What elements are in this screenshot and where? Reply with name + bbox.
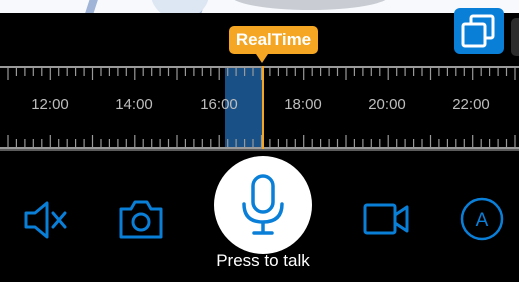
video-camera-icon bbox=[363, 203, 409, 235]
quality-letter: A bbox=[476, 210, 489, 231]
multi-window-button[interactable] bbox=[454, 8, 504, 54]
timeline-ruler[interactable]: 12:00 14:00 16:00 18:00 20:00 22:00 bbox=[0, 66, 519, 149]
multi-window-icon bbox=[461, 14, 495, 48]
microphone-icon bbox=[242, 174, 284, 235]
mute-button[interactable] bbox=[22, 198, 68, 242]
talk-label: Press to talk bbox=[216, 251, 310, 270]
tick-label: 14:00 bbox=[115, 96, 153, 113]
divider bbox=[0, 149, 519, 151]
live-view-screen: RealTime 12:00 14:00 16:00 18:00 20:00 2… bbox=[0, 0, 519, 282]
camera-icon bbox=[119, 200, 163, 239]
tick-label: 20:00 bbox=[368, 96, 406, 113]
tick-label: 22:00 bbox=[452, 96, 490, 113]
speaker-mute-icon bbox=[24, 201, 67, 239]
side-panel-handle[interactable] bbox=[511, 18, 519, 56]
quality-button[interactable]: A bbox=[459, 196, 505, 242]
video-feed-strip bbox=[0, 0, 519, 13]
realtime-badge[interactable]: RealTime bbox=[229, 26, 318, 54]
press-to-talk-button[interactable] bbox=[214, 156, 312, 254]
snapshot-button[interactable] bbox=[118, 198, 164, 240]
tick-label: 12:00 bbox=[31, 96, 69, 113]
playhead[interactable] bbox=[262, 66, 264, 149]
auto-quality-icon: A bbox=[460, 197, 504, 241]
tick-label: 16:00 bbox=[200, 96, 238, 113]
realtime-pointer bbox=[256, 54, 268, 63]
tick-label: 18:00 bbox=[284, 96, 322, 113]
record-button[interactable] bbox=[362, 200, 410, 238]
